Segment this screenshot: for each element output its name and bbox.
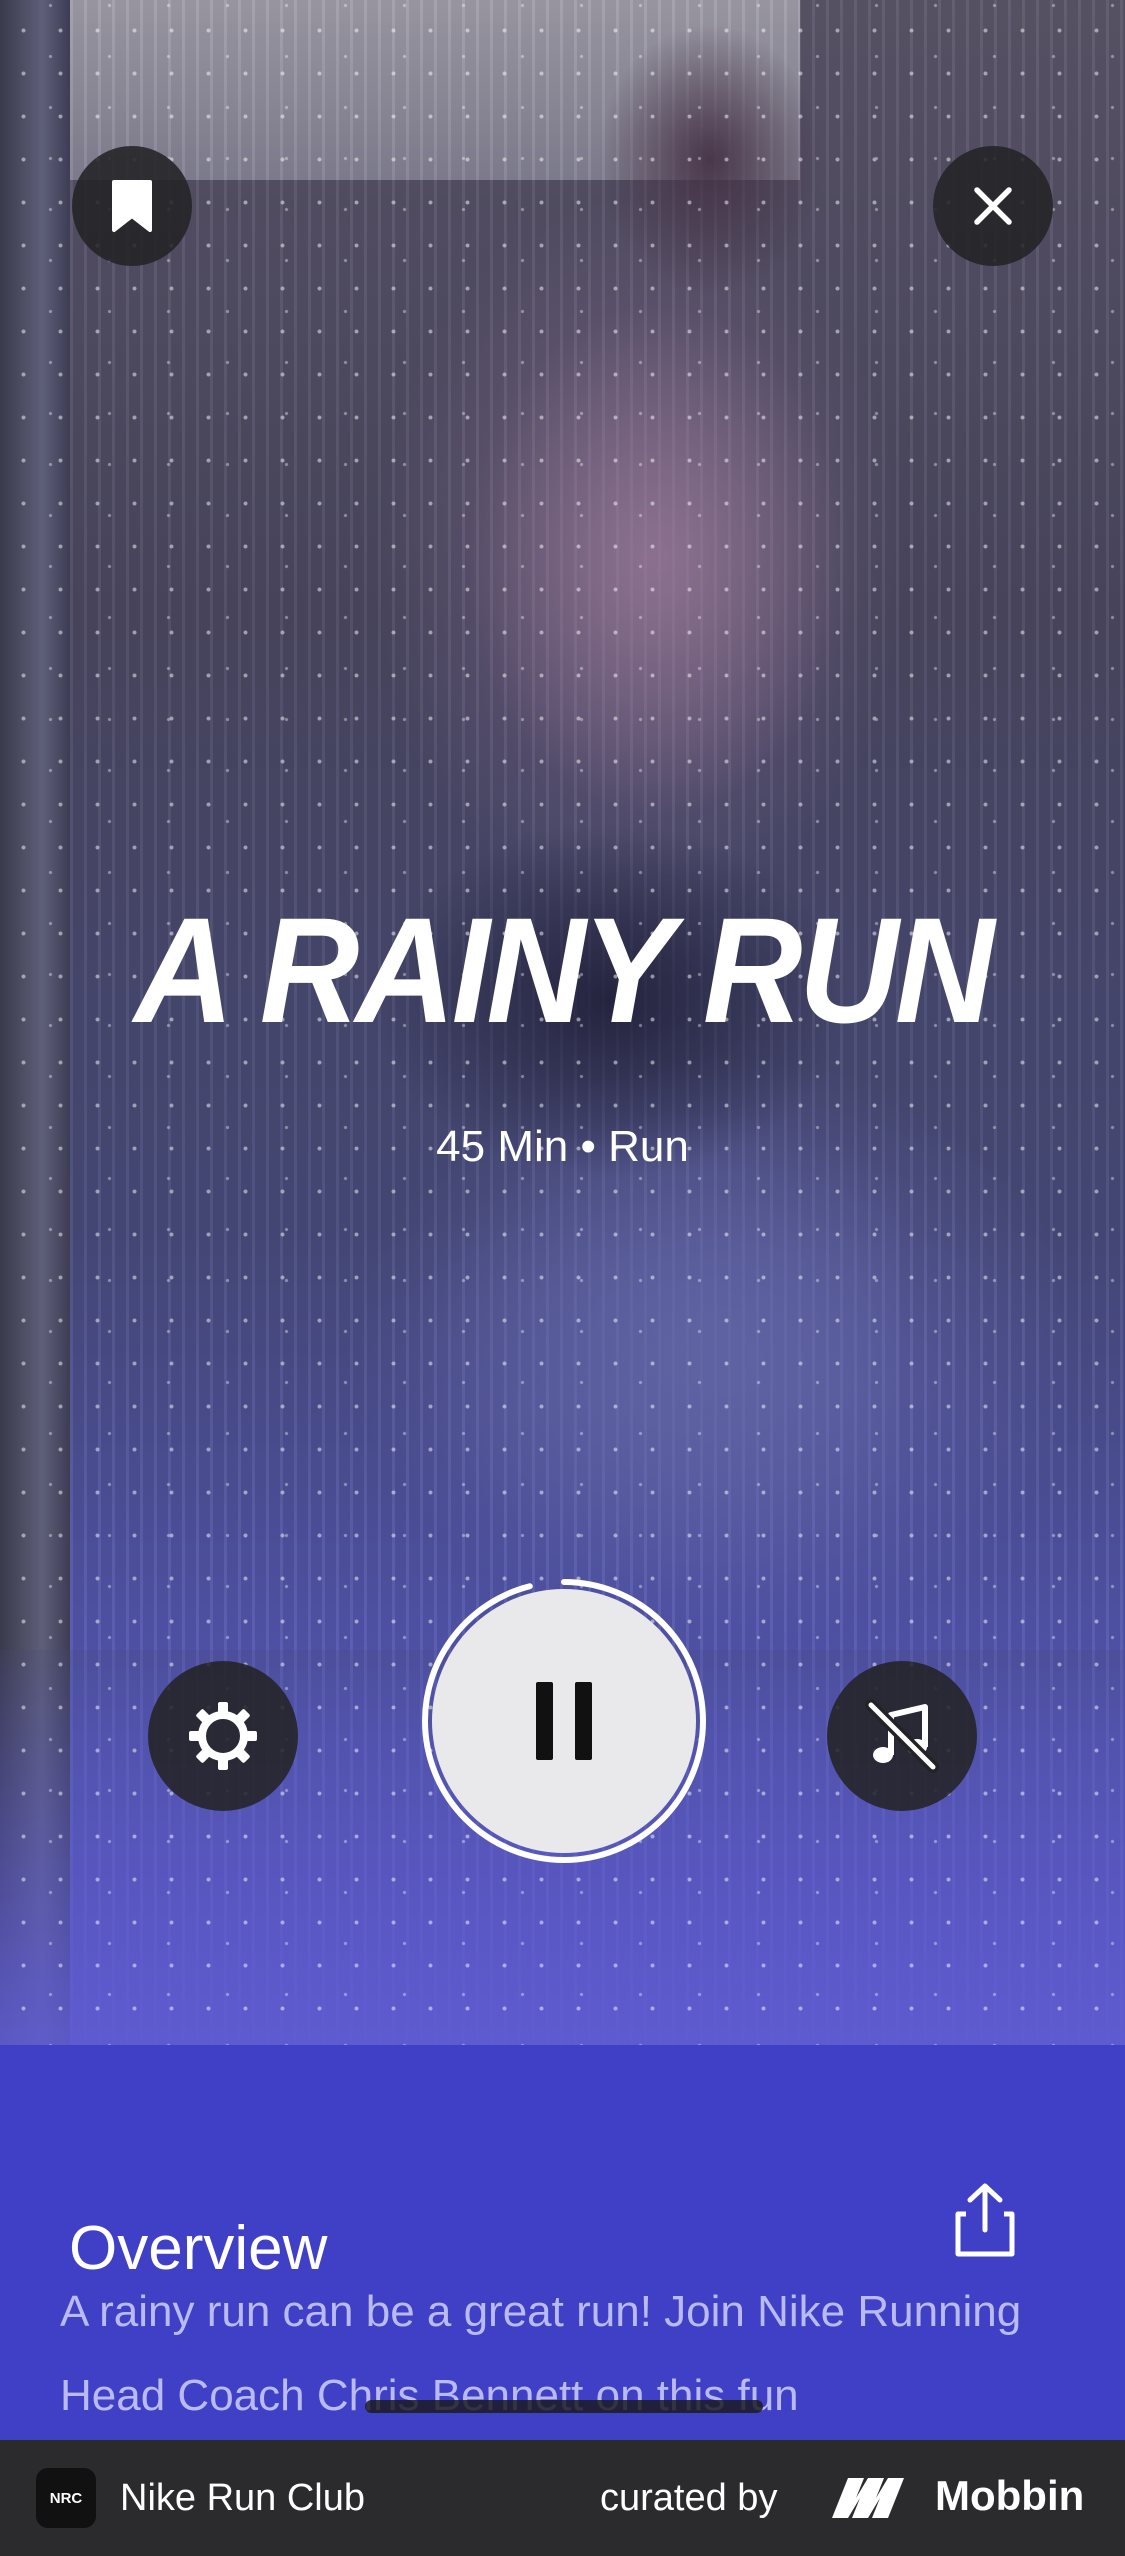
close-icon [974,187,1012,225]
brand-name: Mobbin [935,2472,1085,2519]
settings-button[interactable] [148,1661,298,1811]
app-name: Nike Run Club [120,2477,365,2519]
gear-icon [189,1702,257,1770]
mobbin-logo-icon [832,2478,904,2518]
pause-icon [536,1682,553,1760]
app-icon: NRC [36,2468,96,2528]
home-indicator[interactable] [365,2400,763,2413]
share-icon[interactable] [950,2180,1020,2260]
workout-title: A RAINY RUN [134,886,994,1054]
pause-icon-bar [575,1682,592,1760]
attribution-bar: NRC Nike Run Club curated by Mobbin [0,2440,1125,2556]
close-button[interactable] [933,146,1053,266]
music-off-icon [865,1699,939,1773]
bookmark-icon [112,180,152,232]
workout-meta: 45 Min • Run [436,1122,689,1171]
curated-label: curated by [600,2477,778,2519]
bookmark-button[interactable] [72,146,192,266]
music-button[interactable] [827,1661,977,1811]
pause-control[interactable] [419,1576,709,1866]
pause-button[interactable] [432,1589,696,1853]
